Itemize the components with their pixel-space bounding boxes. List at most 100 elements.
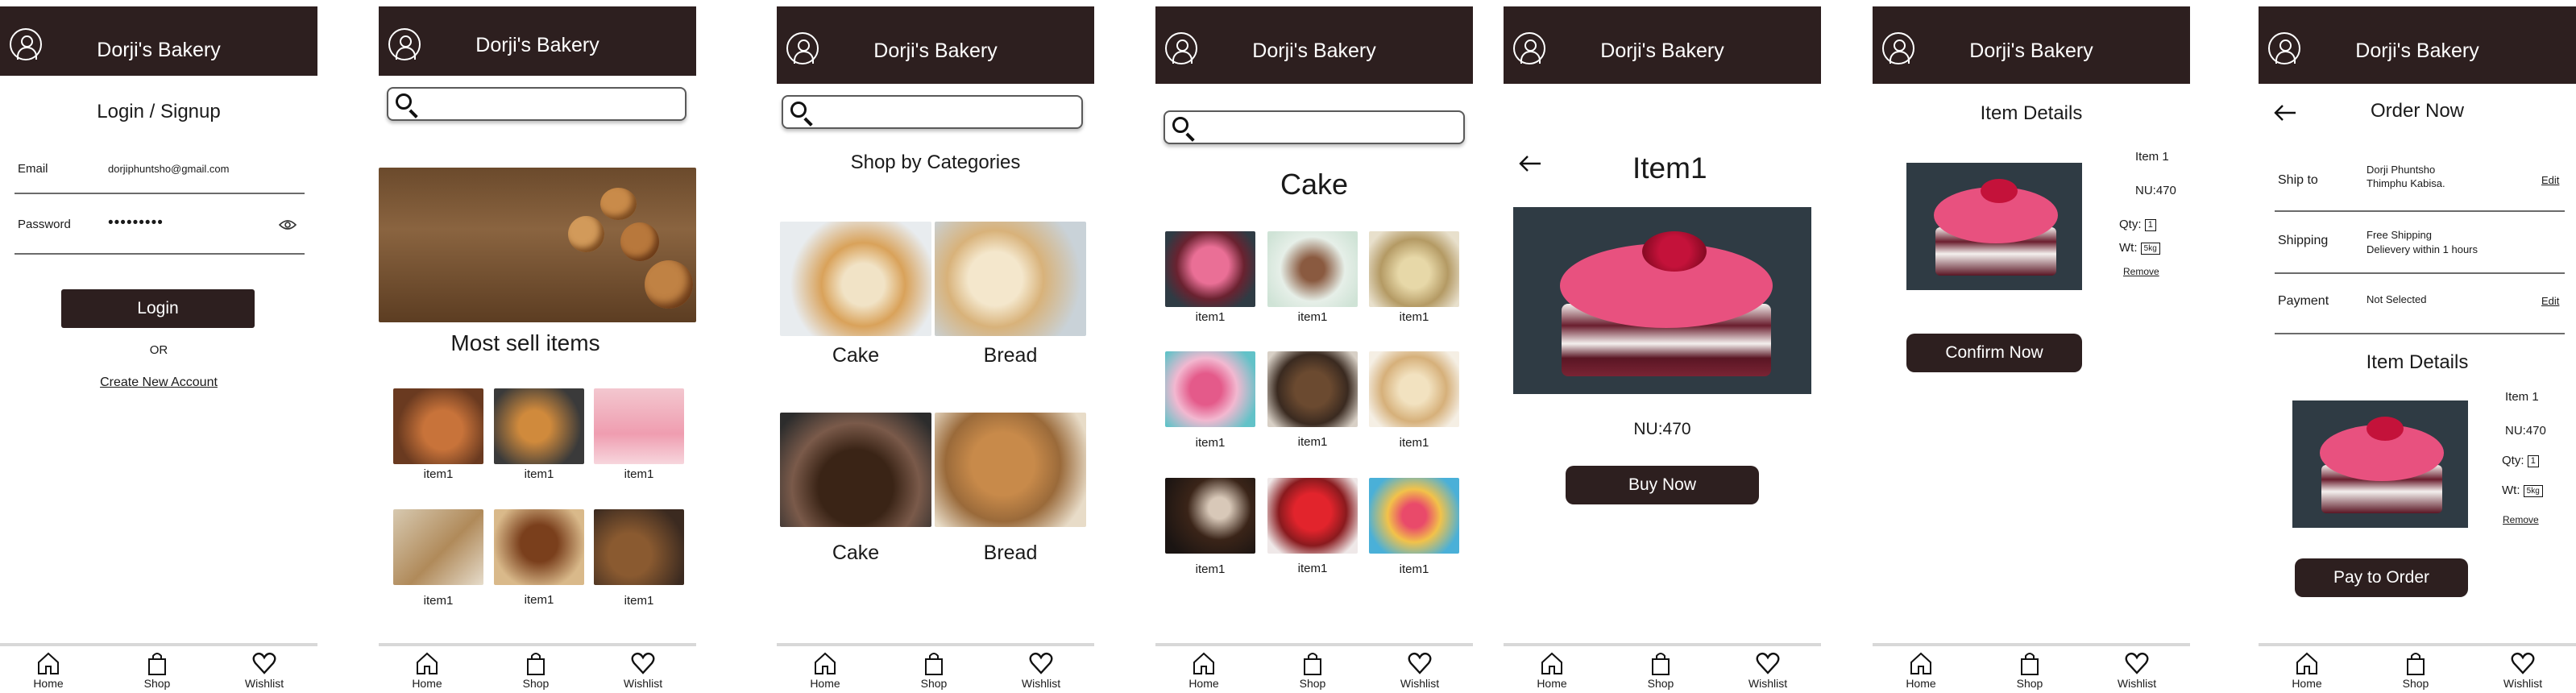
product-image[interactable] [393, 509, 483, 585]
tab-home[interactable]: Home [16, 651, 81, 690]
categories-screen: Dorji's Bakery Shop by Categories Cake B… [777, 6, 1094, 693]
weight-label: Wt: [2502, 483, 2520, 497]
tab-shop[interactable]: Shop [125, 651, 189, 690]
search-input[interactable] [387, 87, 687, 121]
pay-to-order-button[interactable]: Pay to Order [2295, 558, 2468, 597]
app-header: Dorji's Bakery [777, 6, 1094, 84]
tab-home[interactable]: Home [793, 651, 857, 690]
tab-bar: Home Shop Wishlist [1155, 643, 1473, 693]
product-caption: item1 [624, 467, 654, 481]
product-image[interactable] [494, 509, 584, 585]
confirm-now-button[interactable]: Confirm Now [1906, 334, 2082, 372]
product-image[interactable] [1267, 351, 1358, 427]
app-header: Dorji's Bakery [379, 6, 696, 76]
back-arrow-icon[interactable] [1518, 155, 1542, 176]
qty-input[interactable]: 1 [2527, 454, 2539, 467]
product-image [1906, 163, 2082, 290]
tab-home[interactable]: Home [1889, 651, 1953, 690]
product-image[interactable] [594, 509, 684, 585]
weight-input[interactable]: 5kg [2140, 242, 2160, 255]
shopping-bag-icon [1652, 653, 1670, 675]
shopping-bag-icon [2021, 653, 2039, 675]
tab-bar: Home Shop Wishlist [1873, 643, 2190, 693]
tab-bar: Home Shop Wishlist [777, 643, 1094, 693]
heart-icon [631, 652, 655, 674]
tab-wishlist[interactable]: Wishlist [2491, 651, 2555, 690]
product-image[interactable] [1267, 231, 1358, 307]
tab-home[interactable]: Home [1172, 651, 1236, 690]
tab-shop[interactable]: Shop [902, 651, 966, 690]
product-caption: item1 [1399, 436, 1429, 450]
product-image[interactable] [1369, 351, 1459, 427]
category-label[interactable]: Bread [935, 344, 1086, 367]
tab-wishlist[interactable]: Wishlist [232, 651, 297, 690]
category-image-cake[interactable] [780, 222, 931, 336]
app-title: Dorji's Bakery [2355, 39, 2479, 62]
email-field[interactable]: dorjiphuntsho@gmail.com [108, 163, 230, 175]
login-button[interactable]: Login [61, 289, 255, 328]
product-image[interactable] [1165, 351, 1255, 427]
product-image[interactable] [1369, 231, 1459, 307]
category-label[interactable]: Bread [935, 542, 1086, 565]
tab-wishlist[interactable]: Wishlist [611, 651, 675, 690]
create-account-link[interactable]: Create New Account [0, 376, 317, 390]
tab-shop[interactable]: Shop [504, 651, 568, 690]
qty-input[interactable]: 1 [2144, 218, 2156, 231]
tab-shop[interactable]: Shop [1997, 651, 2062, 690]
search-input[interactable] [1164, 110, 1465, 144]
product-image[interactable] [1165, 231, 1255, 307]
product-image[interactable] [1369, 478, 1459, 554]
category-image-cake[interactable] [780, 413, 931, 527]
tab-home[interactable]: Home [1520, 651, 1584, 690]
product-caption: item1 [524, 593, 554, 607]
edit-payment-link[interactable]: Edit [2541, 295, 2559, 307]
tab-wishlist[interactable]: Wishlist [1388, 651, 1452, 690]
tab-shop[interactable]: Shop [1628, 651, 1693, 690]
item-name: Item 1 [2135, 150, 2169, 164]
shopping-bag-icon [527, 653, 545, 675]
home-icon [2296, 652, 2317, 674]
category-image-bread[interactable] [935, 222, 1086, 336]
home-icon [417, 652, 438, 674]
tab-wishlist[interactable]: Wishlist [2105, 651, 2169, 690]
product-title: Item1 [1632, 151, 1707, 185]
category-image-bread[interactable] [935, 413, 1086, 527]
app-title: Dorji's Bakery [873, 39, 998, 62]
product-image[interactable] [393, 388, 483, 464]
tab-shop[interactable]: Shop [1280, 651, 1345, 690]
show-password-icon[interactable] [278, 219, 297, 234]
product-image [2292, 400, 2468, 528]
remove-link[interactable]: Remove [2123, 266, 2159, 277]
weight-input[interactable]: 5kg [2523, 484, 2543, 497]
product-image[interactable] [494, 388, 584, 464]
category-label[interactable]: Cake [780, 344, 931, 367]
weight-row: Wt: 5kg [2119, 241, 2160, 255]
heart-icon [252, 652, 276, 674]
tab-wishlist[interactable]: Wishlist [1736, 651, 1800, 690]
section-title: Item Details [2366, 351, 2469, 373]
hero-banner-image [379, 168, 696, 322]
item-details-screen: Dorji's Bakery Item Details Item 1 NU:47… [1873, 6, 2190, 693]
buy-now-button[interactable]: Buy Now [1566, 466, 1759, 504]
product-image[interactable] [1267, 478, 1358, 554]
divider [2275, 210, 2565, 212]
ship-to-address: Thimphu Kabisa. [2367, 177, 2445, 189]
tab-home[interactable]: Home [395, 651, 459, 690]
password-label: Password [18, 218, 71, 231]
tab-wishlist[interactable]: Wishlist [1009, 651, 1073, 690]
remove-link[interactable]: Remove [2503, 514, 2539, 525]
product-image[interactable] [594, 388, 684, 464]
edit-address-link[interactable]: Edit [2541, 174, 2559, 186]
product-image[interactable] [1165, 478, 1255, 554]
shipping-eta: Delievery within 1 hours [2367, 243, 2479, 255]
tab-home[interactable]: Home [2275, 651, 2339, 690]
app-header: Dorji's Bakery [0, 6, 317, 76]
heart-icon [2511, 652, 2535, 674]
password-field[interactable]: ••••••••• [108, 214, 164, 232]
tab-shop[interactable]: Shop [2383, 651, 2448, 690]
search-input[interactable] [782, 95, 1083, 129]
product-caption: item1 [624, 594, 654, 608]
product-caption: item1 [1195, 310, 1226, 324]
category-label[interactable]: Cake [780, 542, 931, 565]
qty-row: Qty: 1 [2502, 454, 2539, 467]
